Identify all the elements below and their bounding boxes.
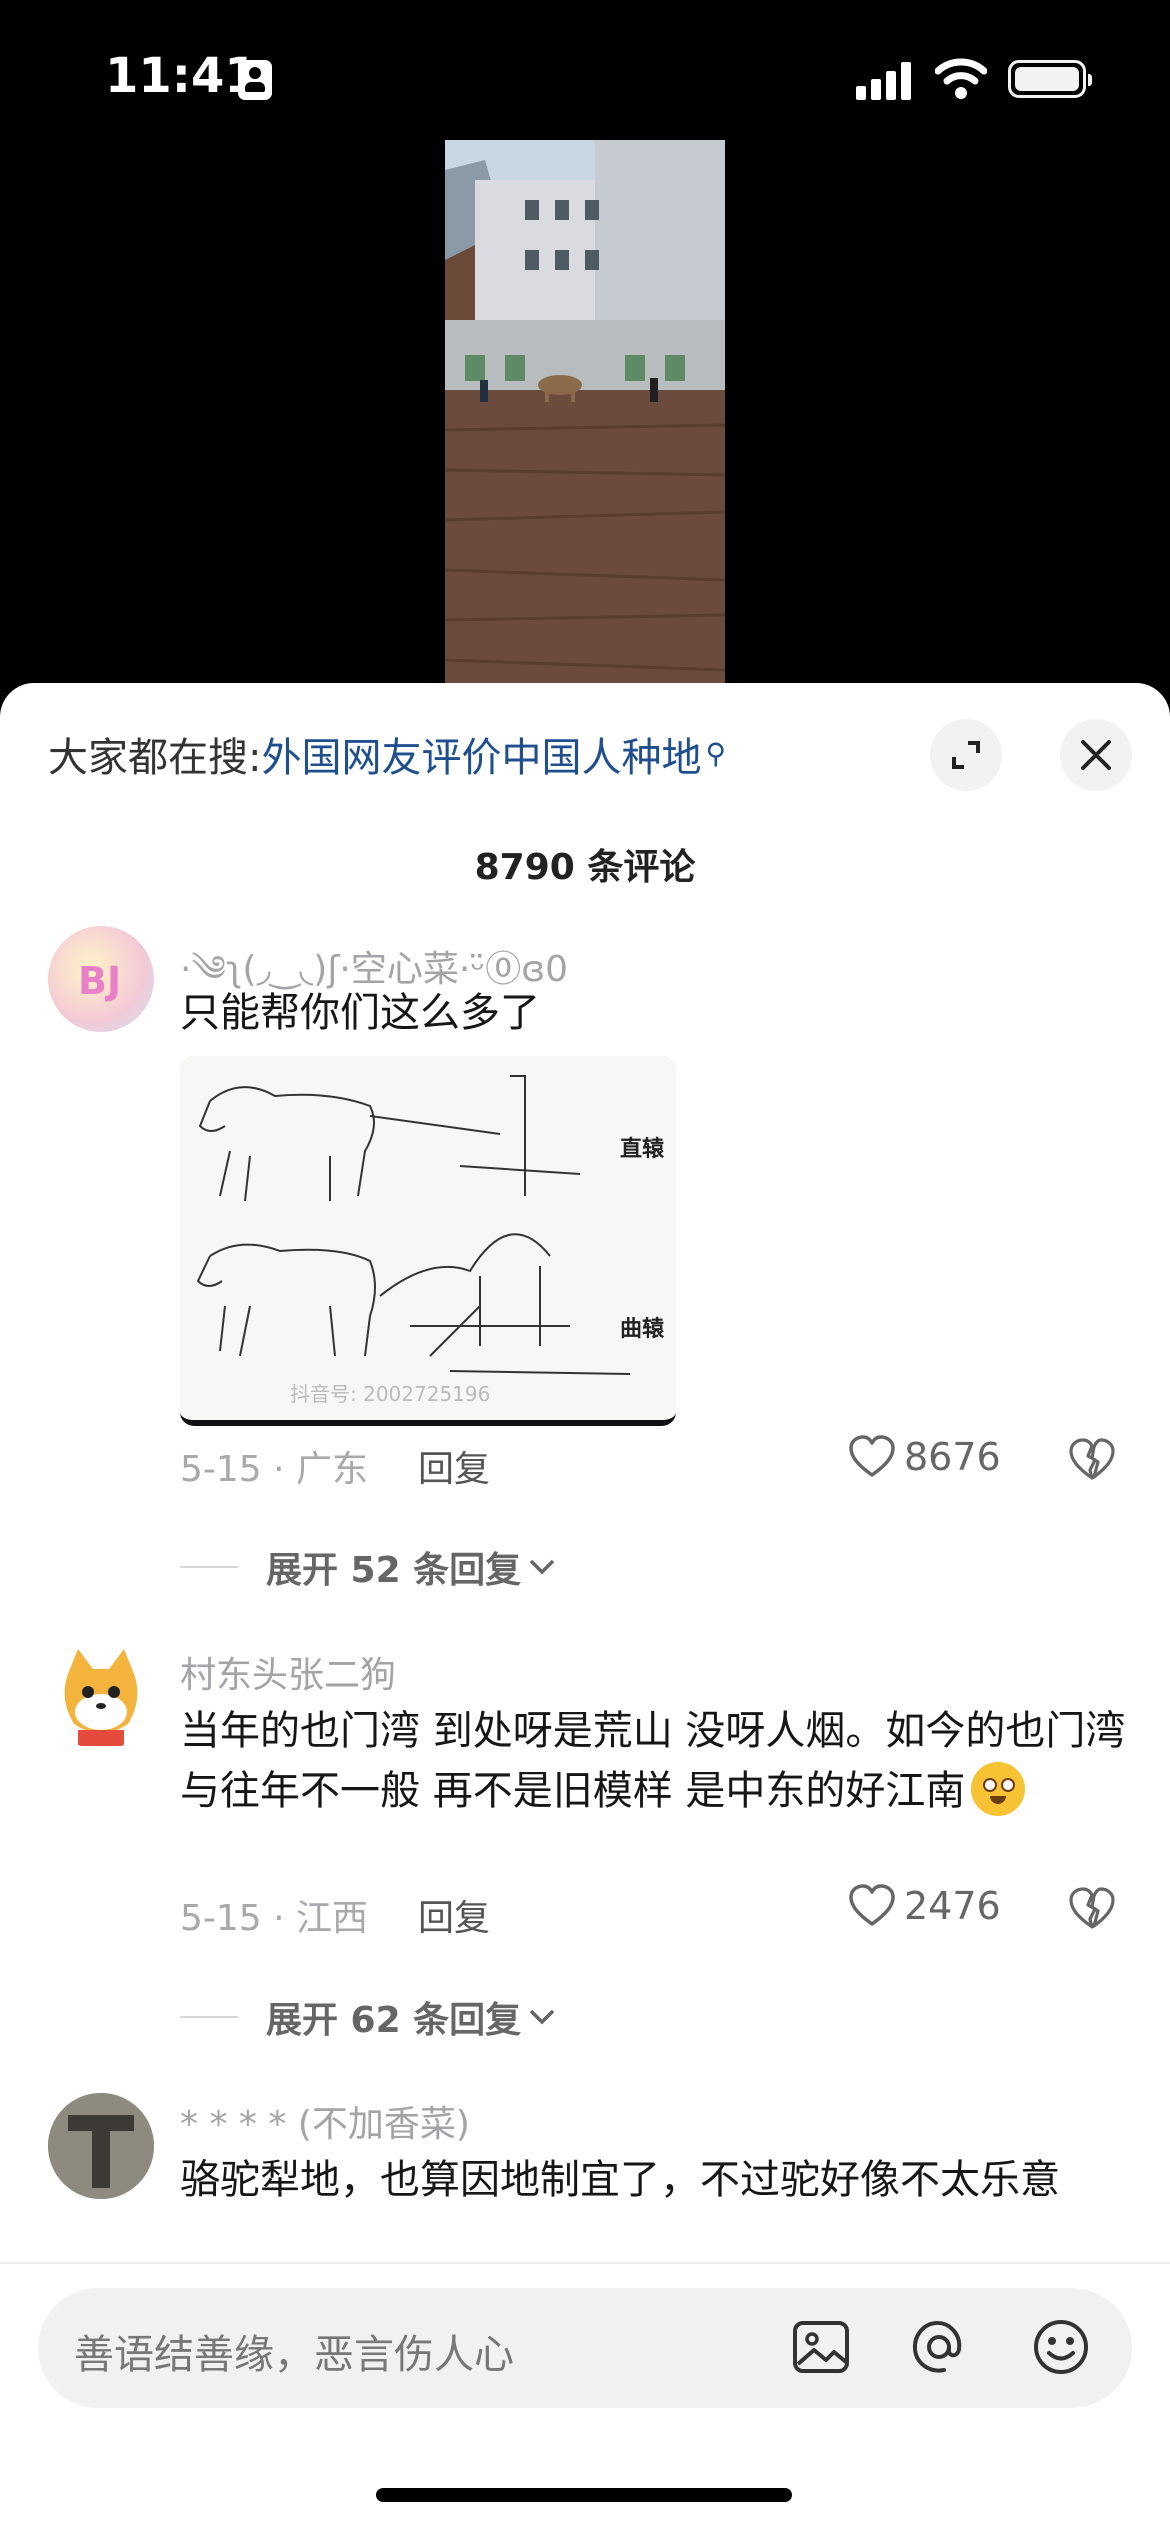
image-label-top: 直辕: [620, 1136, 665, 1162]
image-icon[interactable]: [790, 2316, 852, 2378]
comment-sheet: 大家都在搜:外国网友评价中国人种地 ⚲ 8790 条评论 BJ ·༄ʅ(◞‿◟)ʃ…: [0, 683, 1170, 2532]
close-icon: [1081, 740, 1111, 770]
comment-input-bar: 善语结善缘，恶言伤人心: [0, 2262, 1170, 2534]
comment-date-location: 5-15 · 广东: [180, 1449, 369, 1490]
expand-button[interactable]: [930, 719, 1002, 791]
image-label-bottom: 曲辕: [620, 1316, 665, 1342]
dislike-button[interactable]: [1068, 1438, 1116, 1486]
comment-text: 骆驼犁地，也算因地制宜了，不过驼好像不太乐意: [180, 2157, 1060, 2203]
comment-input-placeholder: 善语结善缘，恶言伤人心: [74, 2332, 514, 2378]
comment-text: 只能帮你们这么多了: [180, 990, 540, 1036]
smile-emoji-icon: [971, 1762, 1026, 1816]
comment-date-location: 5-15 · 江西: [180, 1898, 369, 1939]
comment-image[interactable]: 直辕 曲辕 抖音号: 2002725196: [180, 1056, 676, 1426]
status-time: 11:41: [105, 48, 258, 104]
divider: [180, 2016, 238, 2018]
svg-text:BJ: BJ: [78, 959, 121, 1003]
like-count: 2476: [904, 1884, 1001, 1928]
expand-icon: [952, 741, 980, 769]
comment-username[interactable]: 村东头张二狗: [180, 1646, 396, 1698]
battery-icon: [1008, 60, 1092, 98]
divider: [180, 1566, 238, 1568]
reply-button[interactable]: 回复: [418, 1889, 490, 1941]
image-watermark: 抖音号: 2002725196: [290, 1382, 490, 1406]
trending-search-prefix: 大家都在搜:: [48, 735, 262, 781]
wifi-icon: [935, 58, 987, 99]
person-id-icon: [238, 60, 272, 100]
expand-replies-label: 展开 62 条回复: [266, 2000, 522, 2041]
status-bar: 11:41: [0, 0, 1170, 140]
home-indicator[interactable]: [376, 2488, 792, 2502]
avatar-art: BJ: [78, 959, 121, 1003]
search-icon: ⚲: [705, 737, 726, 770]
like-button[interactable]: 8676: [848, 1435, 1001, 1479]
reply-button[interactable]: 回复: [418, 1440, 490, 1492]
dislike-button[interactable]: [1068, 1887, 1116, 1935]
avatar[interactable]: BJ: [48, 926, 154, 1032]
heart-icon: [849, 1435, 895, 1477]
video-player[interactable]: [445, 140, 725, 685]
emoji-icon[interactable]: [1030, 2316, 1092, 2378]
expand-replies-button[interactable]: 展开 52 条回复: [180, 1541, 557, 1593]
avatar[interactable]: [48, 2093, 154, 2199]
signal-icon: [856, 60, 912, 100]
broken-heart-icon: [1069, 1887, 1115, 1929]
at-icon[interactable]: [908, 2316, 970, 2378]
comment-input[interactable]: 善语结善缘，恶言伤人心: [38, 2288, 1132, 2408]
like-button[interactable]: 2476: [848, 1884, 1001, 1928]
comment-count: 8790 条评论: [474, 847, 696, 888]
chevron-down-icon: [529, 1559, 555, 1575]
heart-icon: [849, 1884, 895, 1926]
trending-search-keyword[interactable]: 外国网友评价中国人种地: [261, 735, 701, 781]
comment-username[interactable]: * * * * (不加香菜): [180, 2095, 470, 2147]
like-count: 8676: [904, 1435, 1001, 1479]
broken-heart-icon: [1069, 1438, 1115, 1480]
chevron-down-icon: [529, 2009, 555, 2025]
video-frame: [445, 140, 725, 685]
comment-text: 当年的也门湾 到处呀是荒山 没呀人烟。如今的也门湾 与往年不一般 再不是旧模样 …: [180, 1701, 1130, 1821]
cat-avatar-art: [64, 1649, 138, 1746]
letter-t-avatar-art: [48, 2093, 154, 2199]
trending-search[interactable]: 大家都在搜:外国网友评价中国人种地 ⚲: [48, 725, 726, 783]
expand-replies-button[interactable]: 展开 62 条回复: [180, 1991, 557, 2043]
avatar[interactable]: [48, 1644, 154, 1750]
close-button[interactable]: [1060, 719, 1132, 791]
expand-replies-label: 展开 52 条回复: [266, 1550, 522, 1591]
